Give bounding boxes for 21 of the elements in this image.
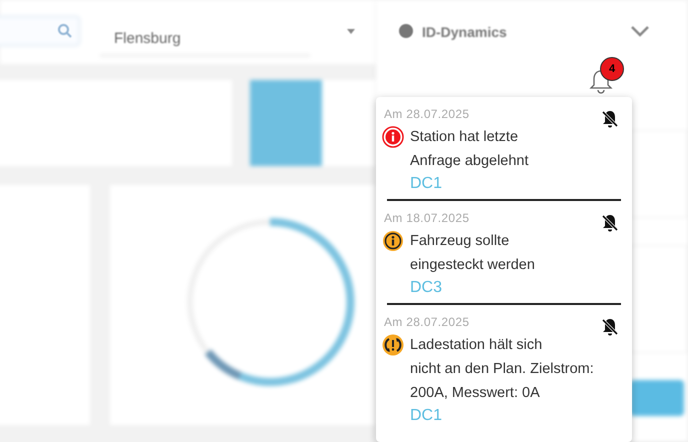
bell-off-icon[interactable] [600,213,620,233]
bell-off-icon[interactable] [600,109,620,129]
station-link[interactable]: DC1 [410,405,442,427]
notification-date: Am 18.07.2025 [384,211,470,225]
company-selector[interactable]: ID-Dynamics [422,22,507,43]
caret-icon[interactable] [346,28,356,36]
station-link[interactable]: DC1 [410,173,442,195]
notification-message: Station hat letzte Anfrage abgelehnt [410,128,529,171]
info-icon [382,126,404,148]
chevron-down-icon[interactable] [630,25,650,37]
sync-alert-icon [382,334,404,356]
notification-date: Am 28.07.2025 [384,315,470,329]
notification-message: Ladestation hält sich nicht an den Plan. Zielstrom: 200A, Messwert: 0A [410,336,594,403]
search-icon[interactable] [57,23,73,39]
info-icon [382,230,404,252]
notification-message: Fahrzeug sollte eingesteckt werden [410,232,535,275]
bell-off-icon[interactable] [600,317,620,337]
station-link[interactable]: DC3 [410,277,442,299]
notification-date: Am 28.07.2025 [384,107,470,121]
location-dropdown[interactable]: Flensburg [114,28,181,50]
action-button[interactable] [630,380,684,416]
